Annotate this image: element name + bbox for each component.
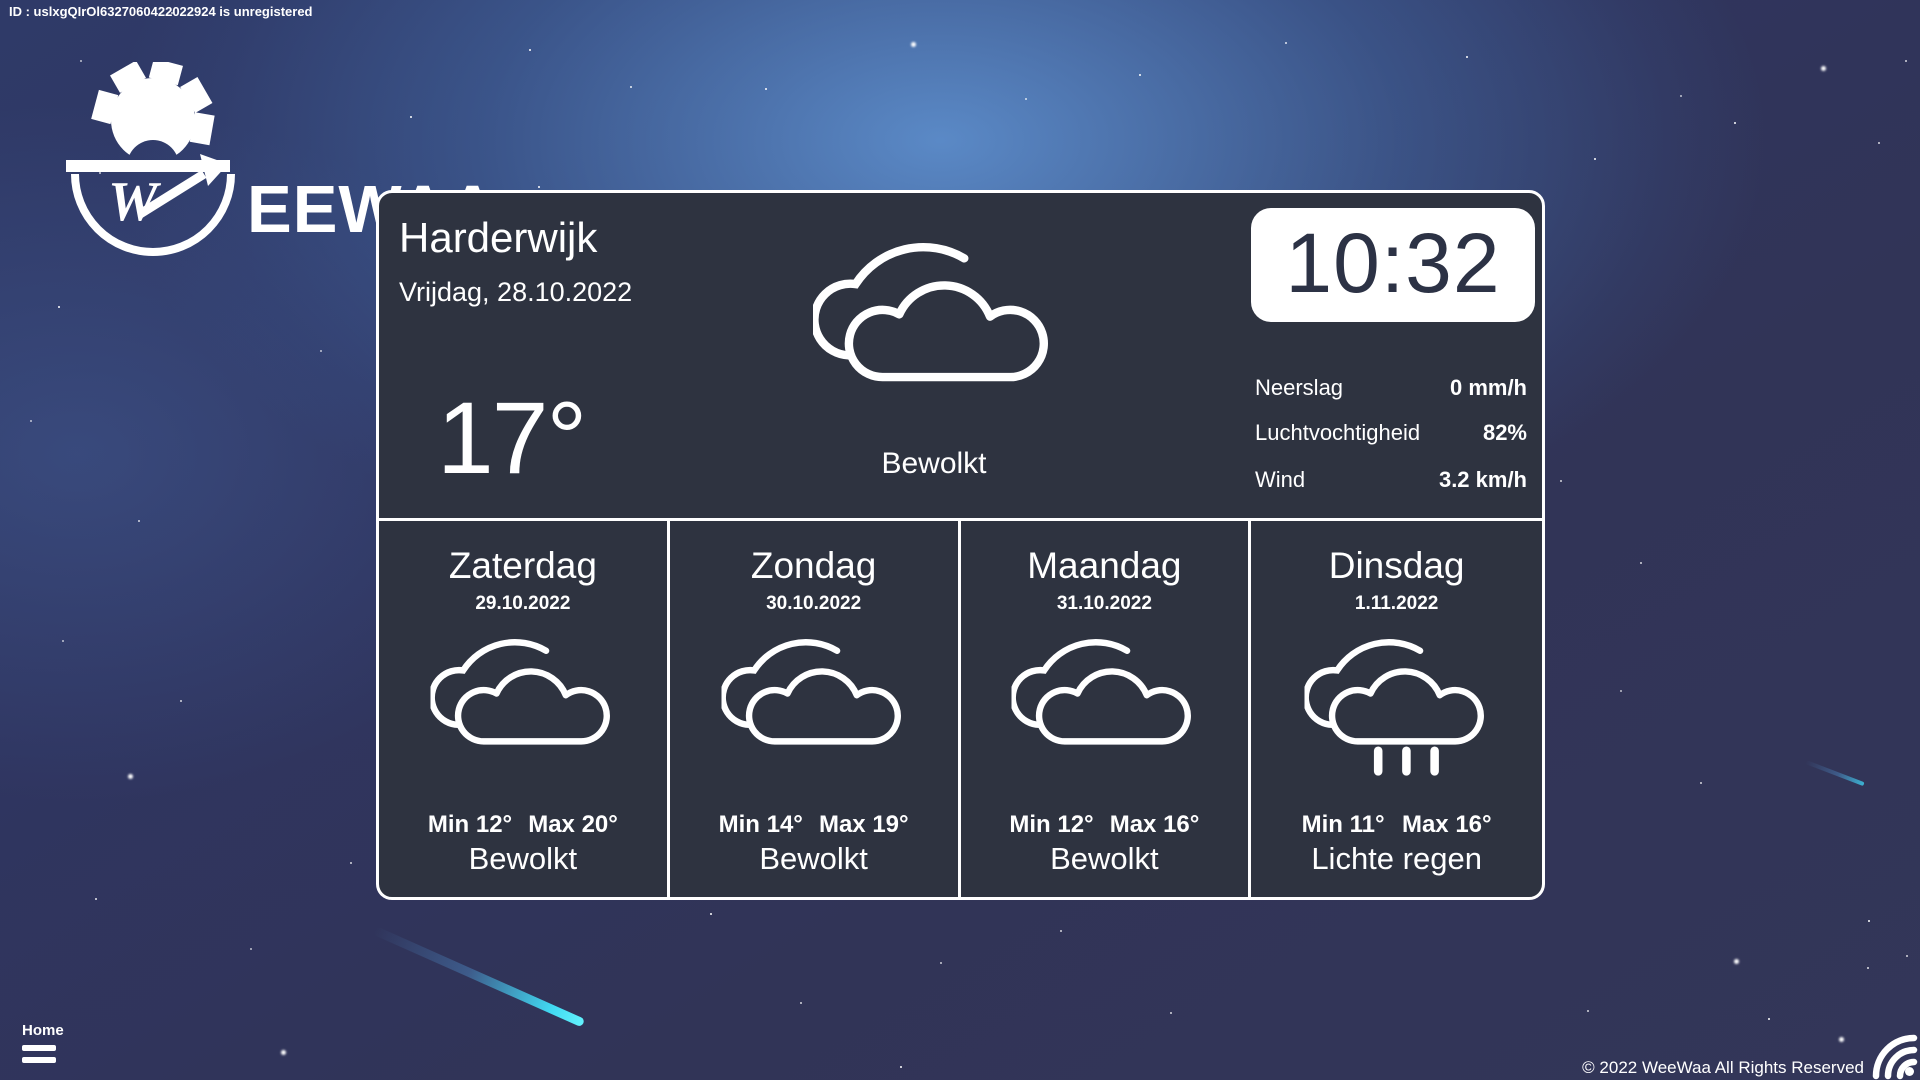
stat-value: 82%	[1483, 420, 1527, 446]
forecast-condition: Bewolkt	[670, 841, 958, 877]
cloudy-icon	[430, 620, 615, 779]
home-menu-button[interactable]: Home	[22, 1022, 64, 1063]
stat-label: Luchtvochtigheid	[1255, 420, 1420, 446]
home-label: Home	[22, 1022, 64, 1039]
stat-label: Neerslag	[1255, 375, 1343, 401]
current-temperature: 17°	[437, 387, 585, 489]
max-temp: Max 16°	[1110, 811, 1200, 839]
forecast-date: 29.10.2022	[379, 593, 667, 615]
min-temp: Min 12°	[1009, 811, 1093, 839]
menu-bar-icon	[22, 1045, 56, 1051]
current-weather-panel: Harderwijk Vrijdag, 28.10.2022 17° Bewol…	[379, 193, 1542, 521]
weather-card: Harderwijk Vrijdag, 28.10.2022 17° Bewol…	[376, 190, 1545, 900]
shooting-star	[373, 926, 585, 1027]
light-rain-icon	[1304, 620, 1489, 779]
clock: 10:32	[1251, 208, 1535, 322]
forecast-date: 1.11.2022	[1251, 593, 1542, 615]
stat-precipitation: Neerslag 0 mm/h	[1255, 375, 1527, 401]
forecast-row: Zaterdag 29.10.2022 Min 12° Max 20° Bewo…	[379, 521, 1542, 897]
forecast-day: Dinsdag	[1251, 545, 1542, 587]
gear-icon	[91, 62, 214, 162]
unregistered-id-banner: ID : uslxgQIrOl6327060422022924 is unreg…	[9, 4, 313, 19]
forecast-cell-zaterdag: Zaterdag 29.10.2022 Min 12° Max 20° Bewo…	[379, 521, 670, 897]
wifi-signal-icon	[1856, 1022, 1920, 1080]
current-condition: Bewolkt	[784, 447, 1084, 481]
gear-compass-logo-icon: W	[58, 62, 238, 258]
forecast-cell-maandag: Maandag 31.10.2022 Min 12° Max 16° Bewol…	[961, 521, 1252, 897]
min-temp: Min 11°	[1302, 811, 1385, 839]
max-temp: Max 16°	[1402, 811, 1492, 839]
stat-value: 3.2 km/h	[1439, 467, 1527, 493]
stat-wind: Wind 3.2 km/h	[1255, 467, 1527, 493]
cloudy-icon	[1012, 620, 1197, 779]
forecast-day: Zondag	[670, 545, 958, 587]
copyright-text: © 2022 WeeWaa All Rights Reserved	[1582, 1058, 1864, 1078]
stat-label: Wind	[1255, 467, 1305, 493]
cloudy-icon	[721, 620, 906, 779]
cloudy-icon	[813, 218, 1055, 404]
forecast-date: 30.10.2022	[670, 593, 958, 615]
forecast-day: Maandag	[961, 545, 1249, 587]
menu-bar-icon	[22, 1057, 56, 1063]
shooting-star-small	[1805, 760, 1864, 786]
min-temp: Min 14°	[719, 811, 803, 839]
max-temp: Max 20°	[528, 811, 618, 839]
weewaa-logo: W	[58, 62, 238, 258]
current-date: Vrijdag, 28.10.2022	[399, 277, 632, 308]
forecast-condition: Bewolkt	[961, 841, 1249, 877]
forecast-day: Zaterdag	[379, 545, 667, 587]
forecast-date: 31.10.2022	[961, 593, 1249, 615]
stat-value: 0 mm/h	[1450, 375, 1527, 401]
min-temp: Min 12°	[428, 811, 512, 839]
forecast-cell-zondag: Zondag 30.10.2022 Min 14° Max 19° Bewolk…	[670, 521, 961, 897]
forecast-condition: Bewolkt	[379, 841, 667, 877]
forecast-cell-dinsdag: Dinsdag 1.11.2022 Min 11° Max 16° Lichte…	[1251, 521, 1542, 897]
background-bright-stars	[0, 0, 3, 3]
stat-humidity: Luchtvochtigheid 82%	[1255, 420, 1527, 446]
city-name: Harderwijk	[399, 215, 597, 261]
forecast-condition: Lichte regen	[1251, 841, 1542, 877]
max-temp: Max 19°	[819, 811, 909, 839]
